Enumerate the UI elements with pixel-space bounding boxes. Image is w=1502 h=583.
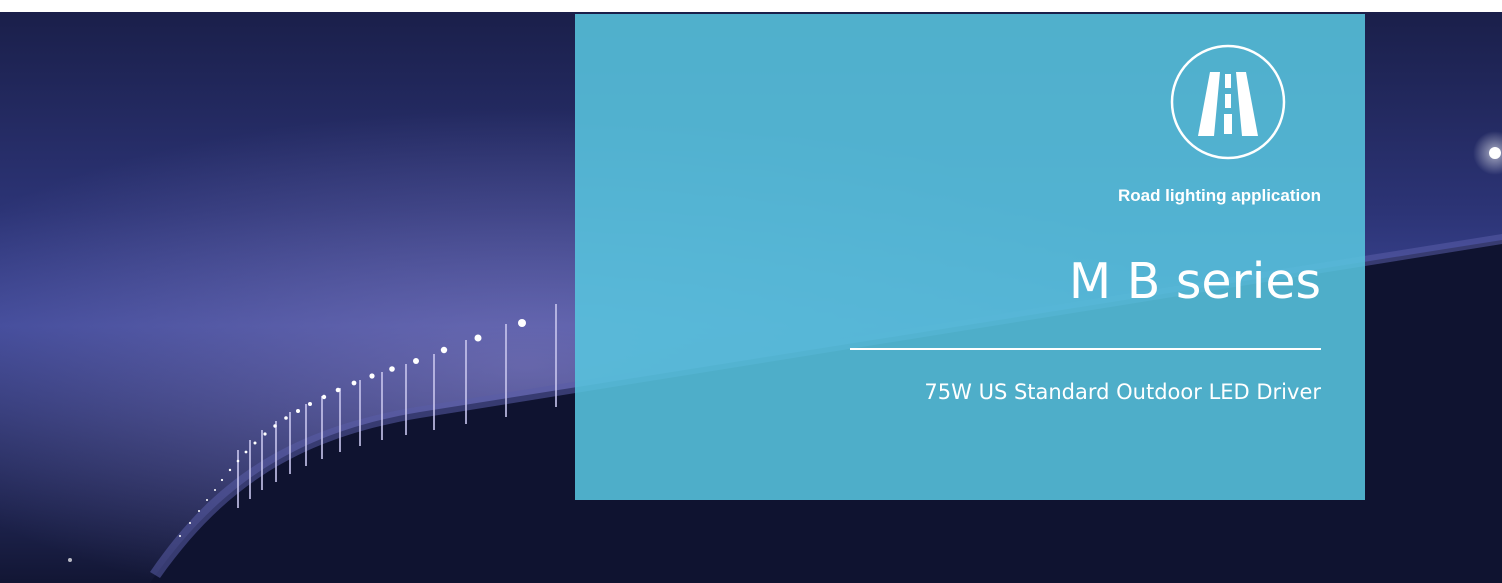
application-label: Road lighting application [1117,186,1321,205]
title-divider [850,348,1321,350]
product-subtitle: 75W US Standard Outdoor LED Driver [924,380,1321,404]
road-icon [1170,44,1286,160]
series-title: M B series [1068,253,1321,310]
